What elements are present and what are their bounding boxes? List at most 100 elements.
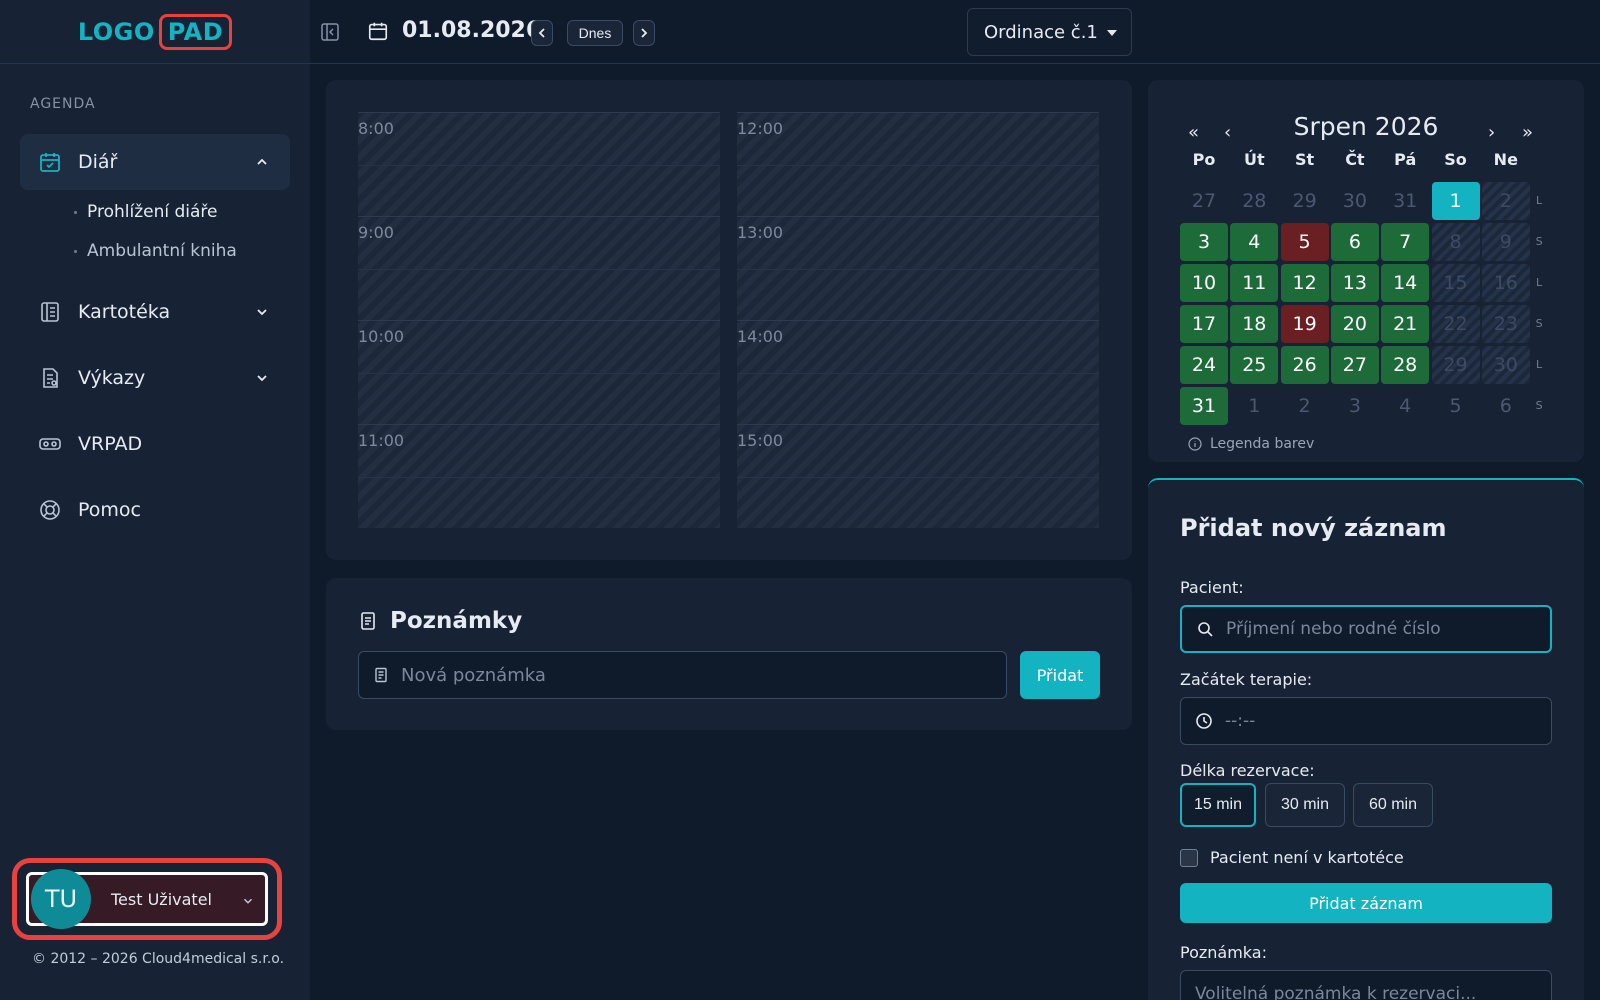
lifebuoy-icon	[40, 500, 60, 520]
calendar-day[interactable]: 1	[1230, 387, 1278, 425]
notes-title: Poznámky	[358, 608, 522, 634]
start-time-field[interactable]	[1180, 697, 1552, 745]
calendar-day[interactable]: 4	[1381, 387, 1429, 425]
weekday-header: Čt	[1345, 150, 1365, 169]
calendar-day[interactable]: 28	[1381, 346, 1430, 384]
not-in-records-checkbox[interactable]: Pacient není v kartotéce	[1180, 848, 1404, 867]
calendar-day[interactable]: 8	[1431, 223, 1480, 261]
sidebar-collapse-icon[interactable]	[320, 22, 340, 42]
sidebar-item-diar[interactable]: Diář	[20, 134, 290, 190]
calendar-icon[interactable]	[367, 20, 389, 42]
color-legend[interactable]: Legenda barev	[1188, 436, 1314, 452]
calendar-day[interactable]: 29	[1281, 182, 1329, 220]
calendar-day[interactable]: 3	[1331, 387, 1379, 425]
duration-30-button[interactable]: 30 min	[1265, 783, 1345, 827]
weekday-header: So	[1444, 150, 1467, 169]
user-menu[interactable]: TU Test Uživatel	[26, 869, 268, 929]
sidebar-subitem-prohlizeni[interactable]: Prohlížení diáře	[74, 202, 217, 222]
calendar-day[interactable]: 2	[1281, 387, 1329, 425]
new-note-input[interactable]	[401, 664, 961, 686]
sidebar-item-vrpad[interactable]: VRPAD	[20, 416, 290, 472]
new-note-field[interactable]	[358, 651, 1007, 699]
calendar-day[interactable]: 23	[1481, 305, 1530, 343]
calendar-day[interactable]: 3	[1180, 223, 1228, 261]
week-tag: S	[1535, 317, 1543, 330]
search-icon	[1198, 622, 1213, 637]
time-slot[interactable]: 14:00	[737, 320, 1099, 424]
calendar-day[interactable]: 6	[1330, 223, 1379, 261]
calendar-day[interactable]: 30	[1481, 346, 1530, 384]
time-label: 14:00	[737, 327, 784, 346]
calendar-day[interactable]: 25	[1230, 346, 1279, 384]
calendar-day[interactable]: 18	[1230, 305, 1279, 343]
calendar-day[interactable]: 19	[1280, 305, 1329, 343]
patient-label: Pacient:	[1180, 578, 1244, 597]
logo[interactable]: LOGO PAD	[78, 13, 233, 50]
duration-15-button[interactable]: 15 min	[1180, 783, 1256, 827]
calendar-title: Srpen 2026	[1293, 112, 1439, 141]
reservation-note-field[interactable]	[1180, 970, 1552, 1000]
next-day-button[interactable]	[633, 20, 655, 46]
patient-field[interactable]	[1180, 605, 1552, 653]
time-label: 9:00	[358, 223, 394, 242]
calendar-day[interactable]: 7	[1381, 223, 1430, 261]
today-button[interactable]: Dnes	[567, 20, 623, 46]
start-time-input[interactable]	[1225, 711, 1545, 731]
weekday-header: Ne	[1493, 150, 1518, 169]
time-slot[interactable]: 13:00	[737, 216, 1099, 320]
add-record-button[interactable]: Přidat záznam	[1180, 883, 1552, 923]
calendar-day[interactable]: 24	[1180, 346, 1228, 384]
next-month-button[interactable]: ›	[1488, 122, 1495, 143]
calendar-day[interactable]: 28	[1230, 182, 1278, 220]
calendar-day[interactable]: 29	[1431, 346, 1480, 384]
calendar-day[interactable]: 9	[1481, 223, 1530, 261]
time-slot[interactable]: 9:00	[358, 216, 720, 320]
patient-input[interactable]	[1226, 619, 1546, 639]
prev-day-button[interactable]	[531, 20, 553, 46]
next-year-button[interactable]: »	[1522, 122, 1533, 143]
checkbox-box[interactable]	[1180, 848, 1198, 867]
calendar-day[interactable]: 4	[1230, 223, 1279, 261]
time-slot[interactable]: 12:00	[737, 112, 1099, 216]
calendar-day[interactable]: 5	[1432, 387, 1480, 425]
calendar-day[interactable]: 13	[1330, 264, 1379, 302]
chevron-left-icon	[538, 28, 545, 38]
calendar-day[interactable]: 31	[1180, 387, 1228, 425]
calendar-day[interactable]: 20	[1330, 305, 1379, 343]
calendar-day[interactable]: 31	[1381, 182, 1429, 220]
calendar-day[interactable]: 27	[1330, 346, 1379, 384]
calendar-day[interactable]: 10	[1180, 264, 1228, 302]
calendar-day[interactable]: 16	[1481, 264, 1530, 302]
calendar-check-icon	[40, 153, 60, 172]
calendar-day[interactable]: 21	[1381, 305, 1430, 343]
time-slot[interactable]: 10:00	[358, 320, 720, 424]
duration-label: Délka rezervace:	[1180, 761, 1315, 780]
clinic-select[interactable]: Ordinace č.1	[967, 8, 1132, 56]
sidebar: LOGO PAD AGENDA Diář Prohlížení diáře Am…	[0, 0, 310, 1000]
calendar-day[interactable]: 5	[1280, 223, 1329, 261]
calendar-day[interactable]: 27	[1180, 182, 1228, 220]
time-slot[interactable]: 15:00	[737, 424, 1099, 528]
sidebar-item-kartoteka[interactable]: Kartotéka	[20, 284, 290, 340]
calendar-day[interactable]: 11	[1230, 264, 1279, 302]
calendar-day[interactable]: 15	[1431, 264, 1480, 302]
book-icon	[41, 302, 59, 322]
calendar-day[interactable]: 6	[1482, 387, 1530, 425]
time-slot[interactable]: 11:00	[358, 424, 720, 528]
calendar-day[interactable]: 2	[1481, 182, 1530, 220]
calendar-day[interactable]: 22	[1431, 305, 1480, 343]
duration-60-button[interactable]: 60 min	[1353, 783, 1433, 827]
chevron-down-icon	[257, 375, 267, 382]
calendar-day[interactable]: 14	[1381, 264, 1430, 302]
sidebar-subitem-ambulantni-kniha[interactable]: Ambulantní kniha	[74, 241, 237, 261]
calendar-day-selected[interactable]: 1	[1431, 182, 1480, 220]
add-note-button[interactable]: Přidat	[1020, 651, 1100, 699]
calendar-day[interactable]: 17	[1180, 305, 1228, 343]
sidebar-item-vykazy[interactable]: Výkazy	[20, 350, 290, 406]
time-slot[interactable]: 8:00	[358, 112, 720, 216]
calendar-day[interactable]: 30	[1331, 182, 1379, 220]
sidebar-item-pomoc[interactable]: Pomoc	[20, 482, 290, 538]
calendar-day[interactable]: 26	[1280, 346, 1329, 384]
calendar-day[interactable]: 12	[1280, 264, 1329, 302]
reservation-note-input[interactable]	[1195, 984, 1515, 1000]
